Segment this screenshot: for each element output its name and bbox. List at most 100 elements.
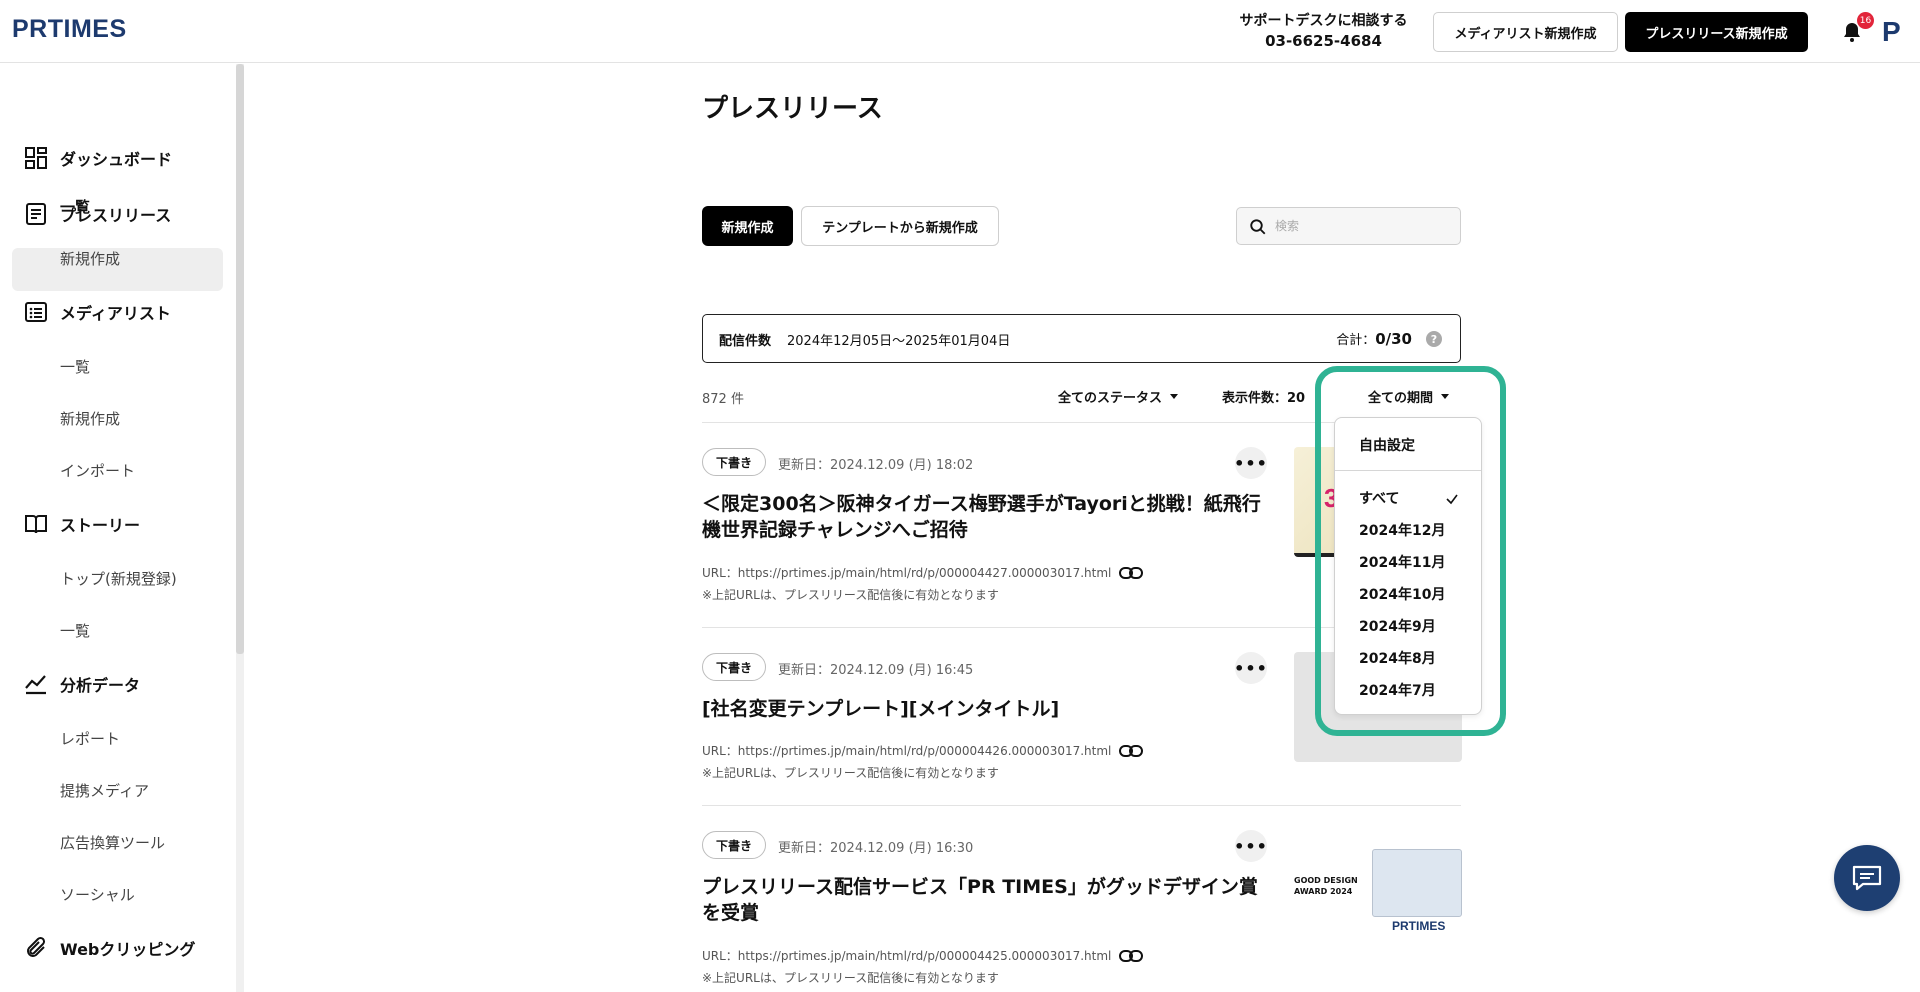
per-page-label: 表示件数：20 [1222,391,1306,406]
caret-down-icon [1441,394,1450,399]
release-thumbnail[interactable]: GOOD DESIGN AWARD 2024 PRTIMES [1294,845,1462,955]
new-from-template-button[interactable]: テンプレートから新規作成 [801,206,999,246]
period-option[interactable]: 2024年12月 [1359,520,1445,540]
status-filter[interactable]: 全てのステータス [1058,387,1179,406]
period-option[interactable]: 2024年9月 [1359,616,1436,636]
updated-date: 更新日：2024.12.09 (月) 16:30 [778,841,974,856]
paperclip-icon [27,936,46,957]
url-text: URL：https://prtimes.jp/main/html/rd/p/00… [702,566,1112,580]
url-note: ※上記URLは、プレスリリース配信後に有効となります [702,971,999,985]
chat-icon [1852,865,1882,891]
avatar[interactable]: P [1882,18,1908,46]
new-media-list-button[interactable]: メディアリスト新規作成 [1433,12,1618,52]
sidebar: ダッシュボード プレスリリース 一覧 新規作成 メディアリスト 一覧 新規作成 … [0,64,243,992]
status-badge: 下書き [702,653,766,681]
release-title[interactable]: [社名変更テンプレート][メインタイトル] [702,696,1272,722]
distribution-label: 配信件数 [719,334,772,349]
sidebar-item-story[interactable]: ストーリー [24,512,140,536]
new-press-release-button[interactable]: プレスリリース新規作成 [1625,12,1808,52]
search-input[interactable] [1275,216,1450,236]
sidebar-item-label: Webクリッピング [60,940,196,959]
updated-date: 更新日：2024.12.09 (月) 18:02 [778,458,974,473]
total-value: 0/30 [1375,330,1412,348]
sidebar-item-social[interactable]: ソーシャル [60,884,135,905]
release-title[interactable]: プレスリリース配信サービス「PR TIMES」がグッドデザイン賞を受賞 [702,874,1272,926]
period-option[interactable]: 2024年7月 [1359,680,1436,700]
laptop-screenshot [1372,849,1462,917]
more-menu-button[interactable]: ••• [1234,830,1267,862]
distribution-range: 2024年12月05日〜2025年01月04日 [787,334,1011,349]
top-header: PRTIMES サポートデスクに相談する 03-6625-4684 メディアリス… [0,0,1920,63]
divider [702,805,1461,806]
chat-support-button[interactable] [1834,845,1900,911]
sidebar-item-web-clipping[interactable]: Webクリッピング [24,936,195,960]
url-note: ※上記URLは、プレスリリース配信後に有効となります [702,766,999,780]
sidebar-item-label: ストーリー [60,516,141,535]
distribution-total: 合計：0/30 [1336,329,1412,348]
dropdown-divider [1335,470,1481,471]
period-filter-label: 全ての期間 [1368,391,1434,406]
sidebar-item-ml-new[interactable]: 新規作成 [60,408,120,429]
status-badge: 下書き [702,831,766,859]
support-desk[interactable]: サポートデスクに相談する 03-6625-4684 [1236,11,1411,51]
link-icon[interactable] [1119,949,1144,963]
status-filter-label: 全てのステータス [1058,391,1163,406]
release-title[interactable]: ＜限定300名＞阪神タイガース梅野選手がTayoriと挑戦！紙飛行機世界記録チャ… [702,491,1272,543]
period-option-custom[interactable]: 自由設定 [1359,435,1415,455]
period-option[interactable]: 2024年8月 [1359,648,1436,668]
support-phone: 03-6625-4684 [1265,32,1382,50]
notification-count-badge: 16 [1857,12,1874,29]
distribution-count-box: 配信件数 2024年12月05日〜2025年01月04日 合計：0/30 ? [702,314,1461,363]
link-icon[interactable] [1119,566,1144,580]
updated-date: 更新日：2024.12.09 (月) 16:45 [778,663,974,678]
search-box [1236,207,1461,245]
more-menu-button[interactable]: ••• [1234,652,1267,684]
total-label: 合計： [1336,333,1376,348]
link-icon[interactable] [1119,744,1144,758]
release-url: URL：https://prtimes.jp/main/html/rd/p/00… [702,742,1144,759]
sidebar-scrollbar-thumb[interactable] [236,64,244,654]
sidebar-item-ml-import[interactable]: インポート [60,460,135,481]
check-icon [1446,494,1458,505]
sidebar-item-ad-tool[interactable]: 広告換算ツール [60,832,165,853]
result-count: 872 件 [702,392,744,407]
list-icon [25,302,47,322]
period-option[interactable]: 2024年11月 [1359,552,1445,572]
sidebar-item-pr-new[interactable]: 新規作成 [60,248,120,269]
url-note: ※上記URLは、プレスリリース配信後に有効となります [702,588,999,602]
sidebar-item-label: メディアリスト [60,304,171,323]
period-option[interactable]: 2024年10月 [1359,584,1445,604]
sidebar-item-media-list[interactable]: メディアリスト [24,300,171,324]
sidebar-item-label: 分析データ [60,676,141,695]
search-icon [1250,219,1266,235]
sidebar-item-dashboard[interactable]: ダッシュボード [24,146,172,170]
status-badge: 下書き [702,448,766,476]
document-icon [26,203,46,225]
sidebar-item-pr-list[interactable]: 一覧 [60,196,90,217]
help-icon[interactable]: ? [1426,331,1442,347]
sidebar-item-label: ダッシュボード [60,150,173,169]
prtimes-mini-logo: PRTIMES [1392,919,1446,933]
sidebar-item-partner-media[interactable]: 提携メディア [60,780,149,801]
period-option-all[interactable]: すべて [1359,488,1399,508]
sidebar-item-press-release[interactable]: プレスリリース [24,202,171,226]
sidebar-item-story-list[interactable]: 一覧 [60,620,90,641]
sidebar-item-analytics[interactable]: 分析データ [24,672,140,696]
dashboard-icon [25,147,47,169]
sidebar-item-ml-list[interactable]: 一覧 [60,356,90,377]
sidebar-item-report[interactable]: レポート [60,728,120,749]
period-filter[interactable]: 全ての期間 [1368,387,1450,406]
new-button[interactable]: 新規作成 [702,206,793,246]
prtimes-logo[interactable]: PRTIMES [12,15,127,44]
url-text: URL：https://prtimes.jp/main/html/rd/p/00… [702,744,1112,758]
per-page-filter[interactable]: 表示件数：20 [1222,387,1305,406]
book-icon [25,515,47,534]
sidebar-item-story-top[interactable]: トップ(新規登録) [60,568,177,589]
support-title: サポートデスクに相談する [1239,13,1408,29]
release-url: URL：https://prtimes.jp/main/html/rd/p/00… [702,564,1144,581]
caret-down-icon [1170,394,1179,399]
more-menu-button[interactable]: ••• [1234,447,1267,479]
period-dropdown-menu: 自由設定 すべて 2024年12月 2024年11月 2024年10月 2024… [1334,417,1482,715]
chart-line-icon [25,675,46,695]
release-url: URL：https://prtimes.jp/main/html/rd/p/00… [702,947,1144,964]
